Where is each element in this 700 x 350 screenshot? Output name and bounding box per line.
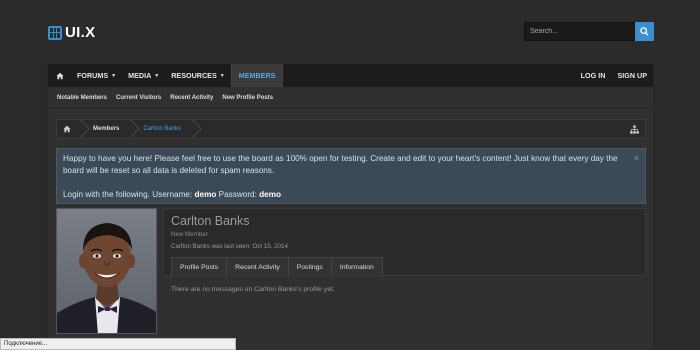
profile-tabs: Profile Posts Recent Activity Postings I…	[171, 257, 383, 277]
subnav-recent-activity[interactable]: Recent Activity	[170, 95, 213, 101]
notice-box: Happy to have you here! Please feel free…	[56, 148, 646, 204]
site-logo[interactable]: UI.X	[48, 24, 95, 41]
search-icon	[640, 27, 649, 36]
subnav-notable-members[interactable]: Notable Members	[57, 95, 107, 101]
nav-forums-label: FORUMS	[77, 71, 109, 80]
profile-name: Carlton Banks	[171, 214, 250, 228]
nav-media-label: MEDIA	[128, 71, 152, 80]
profile-header: Carlton Banks New Member Carlton Banks w…	[163, 208, 646, 277]
main-container: FORUMS ▼ MEDIA ▼ RESOURCES ▼ MEMBERS LOG IN…	[47, 64, 654, 350]
breadcrumb-separator	[189, 120, 197, 138]
close-icon[interactable]: ×	[634, 152, 639, 164]
notice-username: demo	[194, 190, 217, 199]
tab-recent-activity[interactable]: Recent Activity	[226, 257, 289, 277]
search-button[interactable]	[635, 22, 654, 41]
home-icon	[56, 72, 64, 79]
profile-user-title: New Member	[171, 231, 208, 238]
breadcrumb-separator	[77, 120, 85, 138]
empty-profile-message: There are no messages on Carlton Banks's…	[171, 286, 335, 293]
avatar-photo	[57, 209, 156, 333]
breadcrumb: Members Carlton Banks	[56, 119, 646, 139]
breadcrumb-separator	[127, 120, 135, 138]
nav-members-label: MEMBERS	[238, 71, 276, 80]
tab-information[interactable]: Information	[330, 257, 383, 277]
notice-text: Happy to have you here! Please feel free…	[63, 154, 618, 175]
sitemap-icon[interactable]	[630, 125, 639, 134]
notice-login-prefix: Login with the following. Username:	[63, 190, 195, 199]
breadcrumb-current[interactable]: Carlton Banks	[135, 120, 189, 138]
nav-forums[interactable]: FORUMS ▼	[71, 64, 122, 87]
login-link[interactable]: LOG IN	[575, 64, 612, 87]
signup-link[interactable]: SIGN UP	[611, 64, 653, 87]
subnav-current-visitors[interactable]: Current Visitors	[116, 95, 161, 101]
tab-postings[interactable]: Postings	[287, 257, 332, 277]
subnav-new-profile-posts[interactable]: New Profile Posts	[222, 95, 273, 101]
profile-last-seen: Carlton Banks was last seen: Oct 15, 201…	[171, 243, 288, 250]
search-bar	[524, 22, 654, 41]
nav-resources-label: RESOURCES	[171, 71, 217, 80]
logo-icon	[48, 25, 62, 40]
home-icon	[63, 125, 71, 133]
avatar[interactable]	[56, 208, 157, 334]
notice-password: demo	[259, 190, 281, 199]
nav-media[interactable]: MEDIA ▼	[122, 64, 165, 87]
nav-members[interactable]: MEMBERS	[230, 64, 284, 87]
nav-home[interactable]	[48, 64, 71, 87]
notice-password-label: Password:	[216, 190, 260, 199]
caret-down-icon: ▼	[154, 72, 160, 79]
tab-profile-posts[interactable]: Profile Posts	[171, 257, 228, 277]
nav-resources[interactable]: RESOURCES ▼	[165, 64, 230, 87]
browser-status-bar: Подключение...	[0, 338, 236, 350]
notice-login-info: Login with the following. Username: demo…	[63, 189, 625, 201]
logo-text: UI.X	[65, 24, 96, 41]
main-navbar: FORUMS ▼ MEDIA ▼ RESOURCES ▼ MEMBERS LOG IN…	[48, 64, 653, 87]
sub-navbar: Notable Members Current Visitors Recent …	[48, 87, 653, 109]
caret-down-icon: ▼	[219, 72, 225, 79]
search-input[interactable]	[524, 22, 635, 41]
caret-down-icon: ▼	[111, 72, 117, 79]
